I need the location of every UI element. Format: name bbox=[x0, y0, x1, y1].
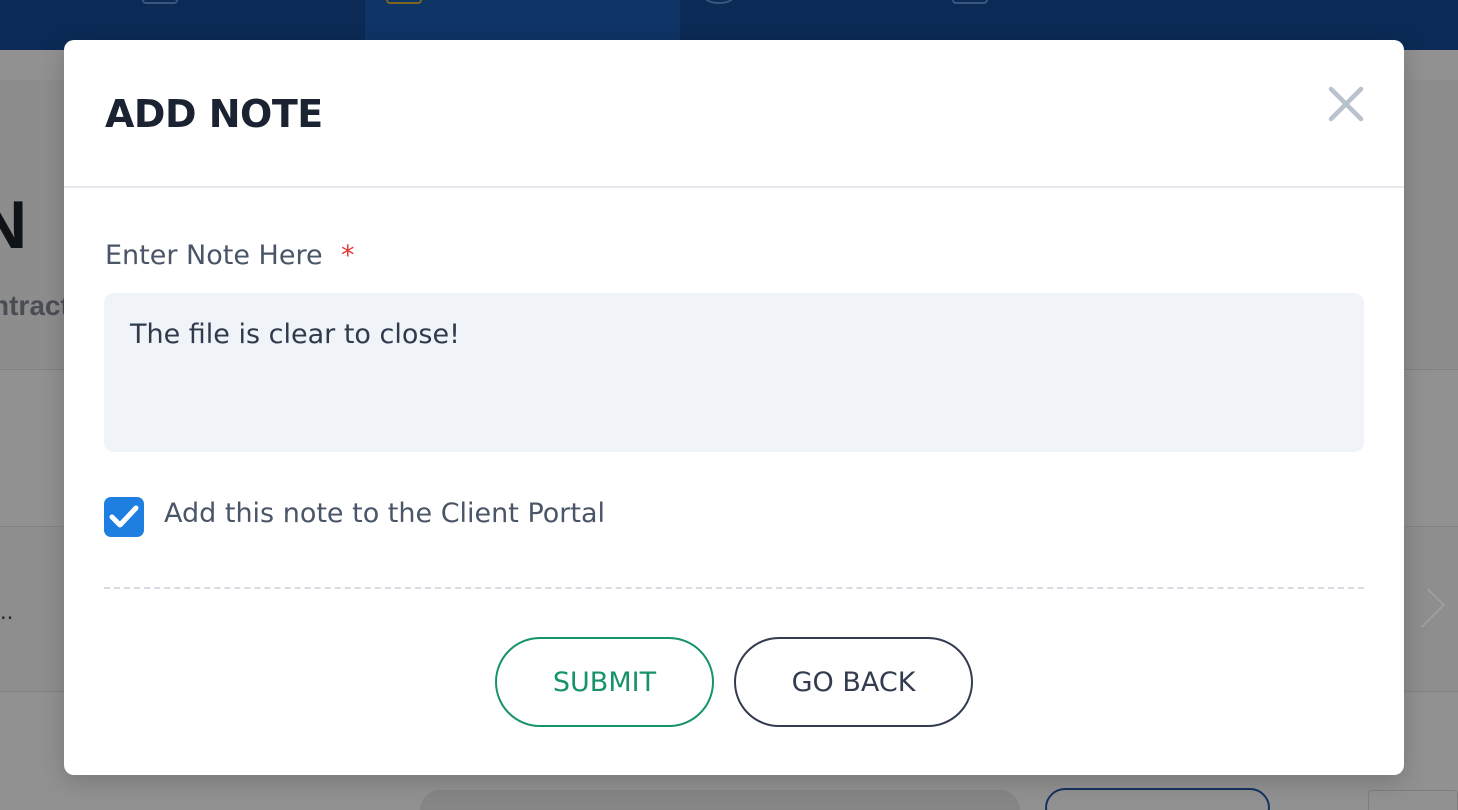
submit-button[interactable]: SUBMIT bbox=[495, 637, 714, 727]
close-icon bbox=[1328, 86, 1364, 122]
background-box bbox=[1368, 790, 1458, 810]
go-back-button[interactable]: GO BACK bbox=[734, 637, 973, 727]
add-note-modal: ADD NOTE Enter Note Here * The file is c… bbox=[64, 40, 1404, 775]
note-field-label: Enter Note Here bbox=[105, 240, 323, 271]
background-nav-icon bbox=[142, 0, 178, 4]
required-indicator: * bbox=[341, 240, 355, 271]
client-portal-checkbox-label[interactable]: Add this note to the Client Portal bbox=[164, 498, 605, 529]
background-pill bbox=[420, 790, 1020, 810]
checkmark-icon bbox=[109, 505, 139, 528]
dashed-divider bbox=[104, 587, 1364, 589]
client-portal-checkbox[interactable] bbox=[104, 497, 144, 537]
background-subheading: ntract bbox=[0, 290, 70, 321]
background-heading: N bbox=[0, 187, 28, 263]
background-nav-icon bbox=[386, 0, 422, 4]
modal-header: ADD NOTE bbox=[64, 40, 1404, 188]
close-button[interactable] bbox=[1326, 84, 1366, 124]
background-nav-icon bbox=[952, 0, 988, 4]
note-textarea[interactable]: The file is clear to close! bbox=[104, 293, 1364, 452]
background-button bbox=[1045, 788, 1270, 810]
modal-title: ADD NOTE bbox=[105, 92, 323, 136]
background-ellipsis: .. bbox=[0, 598, 14, 625]
background-nav-icon bbox=[704, 0, 734, 4]
